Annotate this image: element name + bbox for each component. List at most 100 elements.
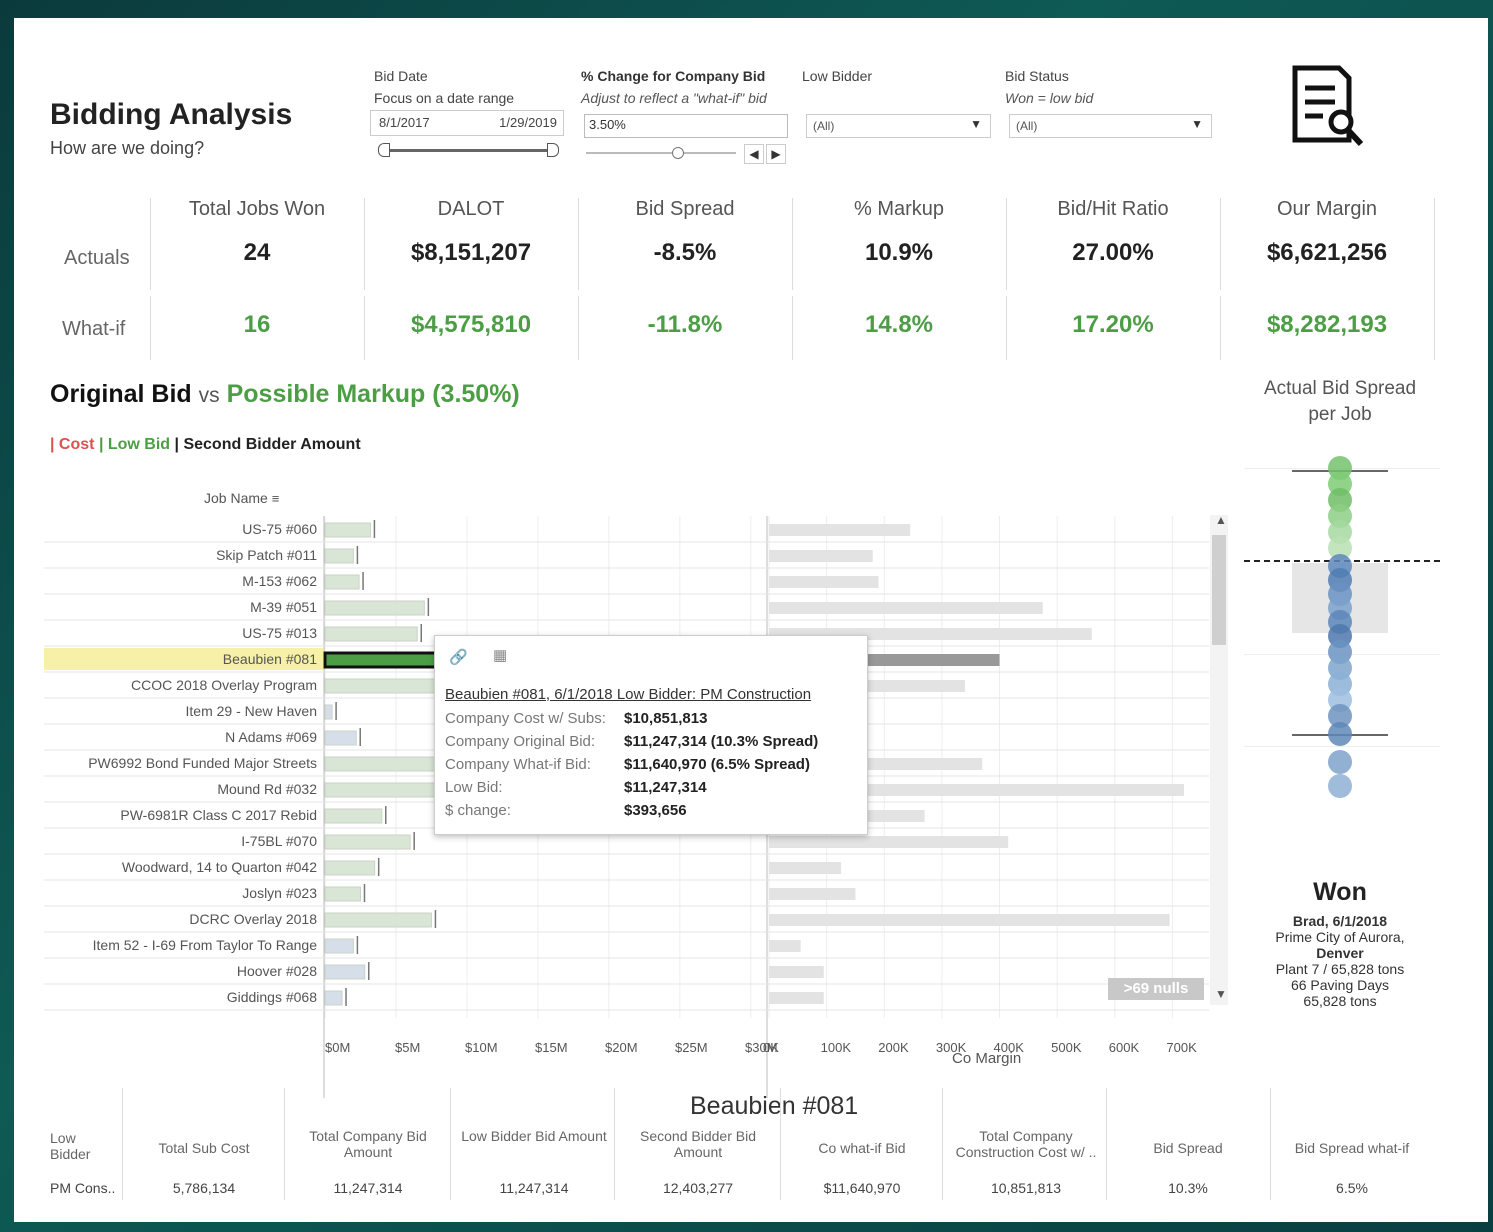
bid-bar[interactable] [324,600,425,616]
margin-bar[interactable] [769,576,879,588]
margin-bar[interactable] [769,914,1170,926]
kpi-whatif-value: $8,282,193 [1266,311,1388,338]
job-name-header[interactable]: Job Name ≡ [204,490,279,506]
bid-bar[interactable] [324,912,432,928]
bid-bar[interactable] [324,730,357,746]
scrollbar-thumb[interactable] [1212,535,1226,645]
row-label: Giddings #068 [227,989,318,1005]
kpi-actual-value: 10.9% [864,239,934,266]
detail-divider [122,1088,123,1200]
bid-axis-tick: $0M [325,1040,350,1055]
bid-bar[interactable] [324,834,411,850]
pct-change-slider-track[interactable] [586,152,736,154]
low-bidder-label: Low Bidder [802,68,873,84]
margin-axis-tick: 500K [1051,1040,1082,1055]
bid-bar[interactable] [324,522,371,538]
next-arrow-icon[interactable]: ▶ [766,144,786,164]
won-line5: 66 Paving Days [1290,977,1390,993]
won-panel: Won Brad, 6/1/2018 Prime City of Aurora,… [1250,878,1430,1009]
link-icon[interactable]: 🔗 [449,648,468,666]
kpi-divider [578,198,579,290]
right-panel-title: Actual Bid Spread per Job [1250,378,1430,426]
bid-bar[interactable] [324,626,418,642]
kpi-actual-value: 24 [243,239,271,266]
margin-bar[interactable] [769,602,1043,614]
kpi-column: Bid Spread -8.5% -11.8% [578,198,792,339]
tooltip-row-value: $11,247,314 (10.3% Spread) [624,733,819,750]
bid-bar[interactable] [324,990,343,1006]
row-label: N Adams #069 [225,729,317,745]
margin-axis-tick: 600K [1109,1040,1140,1055]
bid-bar[interactable] [324,964,366,980]
document-search-icon[interactable] [1289,64,1369,150]
chevron-down-icon: ▼ [970,117,982,131]
low-bidder-dropdown[interactable]: (All) ▼ [806,114,991,138]
prev-arrow-icon[interactable]: ◀ [744,144,764,164]
row-label: Woodward, 14 to Quarton #042 [122,859,317,875]
bid-date-start[interactable]: 8/1/2017 [379,115,430,130]
detail-value: 11,247,314 [333,1180,403,1196]
bid-date-range-box: 8/1/2017 1/29/2019 [370,110,564,136]
pct-change-input[interactable]: 3.50% [584,114,788,138]
scroll-up-icon[interactable]: ▲ [1215,513,1227,527]
bid-date-slider-start-handle[interactable] [378,143,390,157]
pct-change-sub: Adjust to reflect a "what-if" bid [581,90,767,106]
row-label: DCRC Overlay 2018 [189,911,317,927]
detail-divider [1106,1088,1107,1200]
bid-bar[interactable] [324,704,333,720]
row-label: M-39 #051 [250,599,317,615]
kpi-divider [792,296,793,360]
grid-view-icon[interactable]: ▦ [493,646,507,664]
kpi-column: DALOT $8,151,207 $4,575,810 [364,198,578,339]
margin-bar[interactable] [769,524,911,536]
chart-legend: | Cost | Low Bid | Second Bidder Amount [50,436,361,454]
detail-value: PM Cons.. [50,1180,116,1196]
sort-icon[interactable]: ≡ [272,491,280,506]
bid-status-value: (All) [1016,119,1038,133]
margin-bar[interactable] [769,992,824,1004]
detail-value: 11,247,314 [499,1180,569,1196]
tooltip-row-value: $11,640,970 (6.5% Spread) [624,756,810,773]
bid-date-slider-track[interactable] [384,149,554,152]
bid-bar[interactable] [324,548,354,564]
kpi-actual-value: 27.00% [1072,239,1154,266]
margin-bar[interactable] [769,550,873,562]
bid-bar[interactable] [324,574,360,590]
row-label: CCOC 2018 Overlay Program [131,677,317,693]
kpi-divider [364,296,365,360]
kpi-divider [1220,296,1221,360]
kpi-divider [364,198,365,290]
kpi-whatif-value: -11.8% [647,311,723,338]
margin-bar[interactable] [769,940,801,952]
bid-bar[interactable] [324,938,354,954]
detail-header: Bid Spread [1153,1140,1223,1156]
kpi-divider [1006,198,1007,290]
margin-bar[interactable] [769,888,856,900]
row-label: Hoover #028 [237,963,317,979]
margin-bar[interactable] [769,862,842,874]
tooltip-row-value: $10,851,813 [624,710,708,727]
bid-status-dropdown[interactable]: (All) ▼ [1009,114,1212,138]
kpi-divider [1434,198,1435,360]
bid-date-slider-end-handle[interactable] [547,143,559,157]
margin-axis-tick: 200K [878,1040,909,1055]
bid-bar[interactable] [324,886,361,902]
margin-bar[interactable] [769,836,1009,848]
pct-change-slider-handle[interactable] [672,147,684,159]
chart-scrollbar[interactable]: ▲ ▼ [1210,513,1228,1005]
spread-gridline [1244,746,1440,747]
section-title-possible: Possible Markup (3.50%) [226,380,520,408]
scroll-down-icon[interactable]: ▼ [1215,987,1227,1001]
detail-job-title: Beaubien #081 [690,1092,859,1120]
nulls-badge[interactable]: >69 nulls [1108,978,1204,1000]
margin-bar[interactable] [769,966,824,978]
kpi-header: Bid/Hit Ratio [1057,198,1169,220]
kpi-whatif-value: $4,575,810 [410,311,532,338]
bid-axis-tick: $15M [535,1040,568,1055]
bid-bar[interactable] [324,860,376,876]
bid-date-end[interactable]: 1/29/2019 [499,115,557,130]
detail-header: Total Sub Cost [158,1140,250,1156]
detail-header: Second Bidder Bid Amount [640,1128,756,1160]
bid-bar[interactable] [324,808,383,824]
row-label: Item 52 - I-69 From Taylor To Range [93,937,318,953]
